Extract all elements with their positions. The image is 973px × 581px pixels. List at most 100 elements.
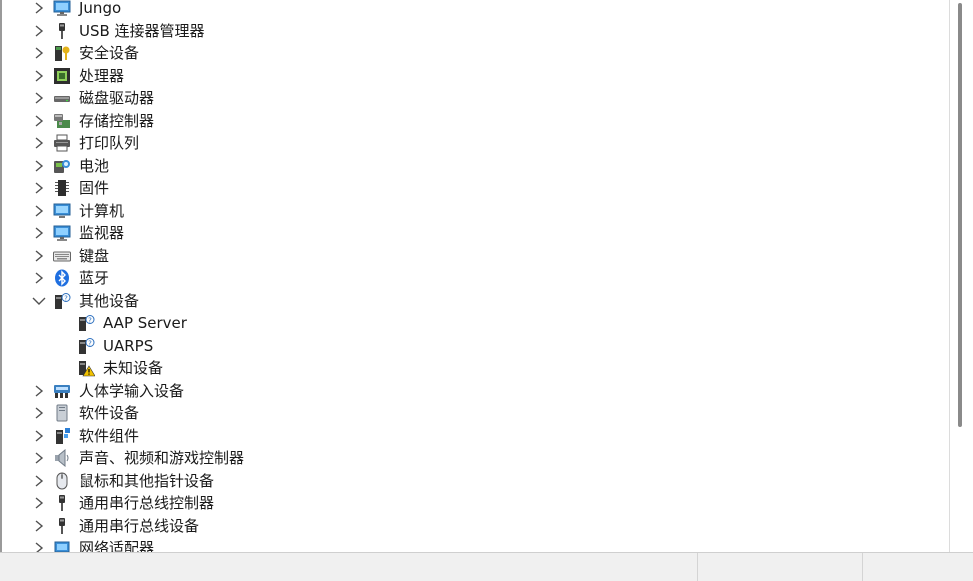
tree-item[interactable]: ? UARPS [0,335,945,357]
chevron-right-icon[interactable] [32,203,46,219]
status-bar-segment [862,553,973,581]
chevron-right-icon[interactable] [32,135,46,151]
firmware-chip-icon [53,179,71,197]
hid-icon [53,382,71,400]
tree-item-label: 软件组件 [79,426,140,445]
svg-text:?: ? [88,317,92,325]
chevron-right-icon[interactable] [32,158,46,174]
tree-item[interactable]: 鼠标和其他指针设备 [0,470,945,492]
tree-item-label: 软件设备 [79,404,140,422]
usb-plug-icon [53,517,71,535]
tree-item-label: 监视器 [79,224,125,242]
tree-item[interactable]: 计算机 [0,200,945,222]
tree-item[interactable]: ? AAP Server [0,312,945,334]
chevron-right-icon[interactable] [32,428,46,444]
chevron-right-icon[interactable] [32,473,46,489]
speaker-icon [53,448,71,468]
chevron-right-icon[interactable] [32,180,46,196]
storage-controller-icon [53,112,71,130]
device-tree[interactable]: Jungo USB 连接器管理器 安全设备处理器磁盘驱动器存储控制器打印队列电池固件… [0,0,950,552]
chevron-right-icon[interactable] [32,225,46,241]
tree-item[interactable]: 网络适配器 [0,537,945,552]
scrollbar-thumb[interactable] [958,3,962,427]
monitor-icon [53,0,71,17]
tree-item-label: 声音、视频和游戏控制器 [79,449,245,467]
tree-item[interactable]: 磁盘驱动器 [0,87,945,109]
tree-item-label: 打印队列 [79,134,140,152]
chevron-right-icon[interactable] [32,383,46,399]
tree-item[interactable]: 安全设备 [0,42,945,64]
tree-item[interactable]: 监视器 [0,222,945,244]
tree-item[interactable]: 通用串行总线设备 [0,515,945,537]
security-key-icon [53,44,71,62]
chevron-right-icon[interactable] [32,0,46,16]
usb-plug-icon [53,494,71,512]
tree-item-label: 处理器 [79,66,125,85]
tree-item-label: 安全设备 [79,44,140,62]
tree-item[interactable]: 人体学输入设备 [0,380,945,402]
chevron-right-icon[interactable] [32,518,46,534]
processor-chip-icon [53,67,71,85]
svg-text:?: ? [64,294,68,302]
tree-item-label: 通用串行总线设备 [79,516,200,535]
tree-item[interactable]: 通用串行总线控制器 [0,492,945,514]
tree-item[interactable]: 软件组件 [0,425,945,447]
tree-item-label: 通用串行总线控制器 [79,494,215,512]
tree-item-label: 键盘 [79,246,110,265]
tree-item[interactable]: USB 连接器管理器 [0,20,945,42]
svg-text:?: ? [88,339,92,347]
chevron-right-icon[interactable] [32,68,46,84]
chevron-right-icon[interactable] [32,540,46,552]
tree-item-label: AAP Server [103,314,187,332]
tree-item-label: 其他设备 [79,291,140,310]
tree-item[interactable]: 打印队列 [0,132,945,154]
monitor-icon [53,224,71,242]
status-bar [0,552,973,581]
bluetooth-icon [53,269,71,287]
tree-item-label: 人体学输入设备 [79,381,185,400]
tree-item[interactable]: 处理器 [0,65,945,87]
chevron-right-icon[interactable] [32,405,46,421]
tree-item-label: 鼠标和其他指针设备 [79,471,215,490]
unknown-device-icon: ? [77,314,95,332]
keyboard-icon [53,247,71,265]
tree-item[interactable]: ? 其他设备 [0,290,945,312]
chevron-right-icon[interactable] [32,45,46,61]
tree-item-label: 存储控制器 [79,111,155,130]
chevron-right-icon[interactable] [32,270,46,286]
chevron-down-icon[interactable] [32,293,46,309]
tree-item-label: 蓝牙 [79,269,110,287]
unknown-device-icon: ? [77,337,95,355]
software-component-icon [53,427,71,445]
tree-item[interactable]: 软件设备 [0,402,945,424]
tree-item-label: 计算机 [79,201,125,220]
tree-item[interactable]: 键盘 [0,245,945,267]
tree-item[interactable]: 声音、视频和游戏控制器 [0,447,945,469]
tree-item[interactable]: 电池 [0,155,945,177]
chevron-right-icon[interactable] [32,495,46,511]
tree-item[interactable]: Jungo [0,0,945,19]
battery-icon [53,157,71,175]
tree-item-label: 磁盘驱动器 [79,89,155,107]
chevron-right-icon[interactable] [32,23,46,39]
disk-drive-icon [53,89,71,107]
warning-device-icon [77,359,96,377]
tree-item[interactable]: 蓝牙 [0,267,945,289]
tree-item-label: 未知设备 [103,359,164,377]
tree-item[interactable]: 固件 [0,177,945,199]
tree-item-label: 电池 [79,156,110,175]
status-bar-segment [697,553,863,581]
chevron-right-icon[interactable] [32,248,46,264]
tree-item-label: 网络适配器 [79,539,155,552]
tree-item-label: Jungo [79,0,122,17]
network-adapter-icon [53,539,71,552]
chevron-right-icon[interactable] [32,450,46,466]
chevron-right-icon[interactable] [32,113,46,129]
chevron-right-icon[interactable] [32,90,46,106]
tree-item[interactable]: 未知设备 [0,357,945,379]
software-device-icon [53,404,71,422]
computer-icon [53,202,71,220]
tree-item-label: 固件 [79,179,110,197]
tree-item-label: USB 连接器管理器 [79,21,205,40]
tree-item[interactable]: 存储控制器 [0,110,945,132]
